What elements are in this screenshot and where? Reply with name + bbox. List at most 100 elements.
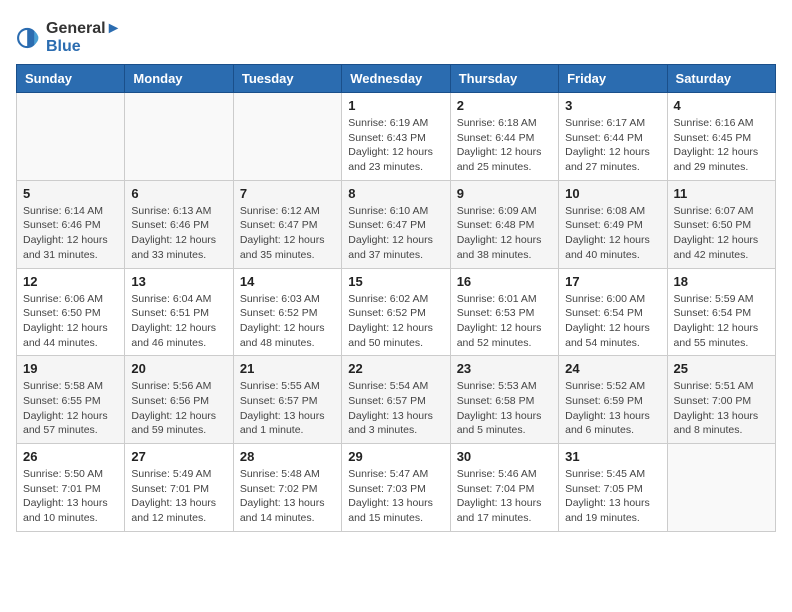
calendar-cell: 27 Sunrise: 5:49 AM Sunset: 7:01 PM Dayli… xyxy=(125,444,233,532)
day-number: 10 xyxy=(565,186,660,201)
day-number: 20 xyxy=(131,361,226,376)
weekday-header-wednesday: Wednesday xyxy=(342,65,450,93)
day-info: Sunrise: 6:13 AM Sunset: 6:46 PM Dayligh… xyxy=(131,204,226,263)
calendar-cell xyxy=(125,93,233,181)
calendar-cell: 24 Sunrise: 5:52 AM Sunset: 6:59 PM Dayli… xyxy=(559,356,667,444)
day-info: Sunrise: 5:50 AM Sunset: 7:01 PM Dayligh… xyxy=(23,467,118,526)
calendar-cell xyxy=(233,93,341,181)
calendar-cell: 9 Sunrise: 6:09 AM Sunset: 6:48 PM Daylig… xyxy=(450,180,558,268)
calendar-table: SundayMondayTuesdayWednesdayThursdayFrid… xyxy=(16,64,776,532)
day-number: 9 xyxy=(457,186,552,201)
calendar-cell: 12Sunrise: 6:06 AM Sunset: 6:50 PM Dayli… xyxy=(17,268,125,356)
day-number: 15 xyxy=(348,274,443,289)
weekday-header-friday: Friday xyxy=(559,65,667,93)
calendar-cell: 23Sunrise: 5:53 AM Sunset: 6:58 PM Dayli… xyxy=(450,356,558,444)
day-number: 16 xyxy=(457,274,552,289)
day-number: 21 xyxy=(240,361,335,376)
day-number: 26 xyxy=(23,449,118,464)
calendar-cell: 3 Sunrise: 6:17 AM Sunset: 6:44 PM Daylig… xyxy=(559,93,667,181)
calendar-cell: 22 Sunrise: 5:54 AM Sunset: 6:57 PM Dayli… xyxy=(342,356,450,444)
calendar-cell: 11 Sunrise: 6:07 AM Sunset: 6:50 PM Dayli… xyxy=(667,180,775,268)
calendar-week-row: 26 Sunrise: 5:50 AM Sunset: 7:01 PM Dayli… xyxy=(17,444,776,532)
calendar-cell: 7 Sunrise: 6:12 AM Sunset: 6:47 PM Daylig… xyxy=(233,180,341,268)
calendar-cell: 28Sunrise: 5:48 AM Sunset: 7:02 PM Dayli… xyxy=(233,444,341,532)
calendar-cell: 10 Sunrise: 6:08 AM Sunset: 6:49 PM Dayli… xyxy=(559,180,667,268)
calendar-week-row: 5Sunrise: 6:14 AM Sunset: 6:46 PM Daylig… xyxy=(17,180,776,268)
calendar-cell: 25 Sunrise: 5:51 AM Sunset: 7:00 PM Dayli… xyxy=(667,356,775,444)
calendar-cell: 16Sunrise: 6:01 AM Sunset: 6:53 PM Dayli… xyxy=(450,268,558,356)
page-header: General► Blue xyxy=(16,16,776,56)
calendar-week-row: 1 Sunrise: 6:19 AM Sunset: 6:43 PM Daylig… xyxy=(17,93,776,181)
day-number: 29 xyxy=(348,449,443,464)
day-info: Sunrise: 5:59 AM Sunset: 6:54 PM Dayligh… xyxy=(674,292,769,351)
calendar-cell: 5Sunrise: 6:14 AM Sunset: 6:46 PM Daylig… xyxy=(17,180,125,268)
day-number: 18 xyxy=(674,274,769,289)
day-info: Sunrise: 6:18 AM Sunset: 6:44 PM Dayligh… xyxy=(457,116,552,175)
day-info: Sunrise: 6:12 AM Sunset: 6:47 PM Dayligh… xyxy=(240,204,335,263)
day-info: Sunrise: 5:52 AM Sunset: 6:59 PM Dayligh… xyxy=(565,379,660,438)
day-info: Sunrise: 6:17 AM Sunset: 6:44 PM Dayligh… xyxy=(565,116,660,175)
calendar-cell: 30Sunrise: 5:46 AM Sunset: 7:04 PM Dayli… xyxy=(450,444,558,532)
day-info: Sunrise: 5:45 AM Sunset: 7:05 PM Dayligh… xyxy=(565,467,660,526)
day-info: Sunrise: 6:03 AM Sunset: 6:52 PM Dayligh… xyxy=(240,292,335,351)
day-info: Sunrise: 5:55 AM Sunset: 6:57 PM Dayligh… xyxy=(240,379,335,438)
day-info: Sunrise: 5:49 AM Sunset: 7:01 PM Dayligh… xyxy=(131,467,226,526)
day-number: 24 xyxy=(565,361,660,376)
day-number: 4 xyxy=(674,98,769,113)
day-number: 7 xyxy=(240,186,335,201)
calendar-cell: 31 Sunrise: 5:45 AM Sunset: 7:05 PM Dayli… xyxy=(559,444,667,532)
day-number: 14 xyxy=(240,274,335,289)
day-number: 1 xyxy=(348,98,443,113)
day-number: 8 xyxy=(348,186,443,201)
day-number: 2 xyxy=(457,98,552,113)
day-number: 11 xyxy=(674,186,769,201)
day-info: Sunrise: 5:48 AM Sunset: 7:02 PM Dayligh… xyxy=(240,467,335,526)
day-info: Sunrise: 5:51 AM Sunset: 7:00 PM Dayligh… xyxy=(674,379,769,438)
calendar-cell: 4Sunrise: 6:16 AM Sunset: 6:45 PM Daylig… xyxy=(667,93,775,181)
weekday-header-tuesday: Tuesday xyxy=(233,65,341,93)
day-info: Sunrise: 6:00 AM Sunset: 6:54 PM Dayligh… xyxy=(565,292,660,351)
calendar-cell: 17 Sunrise: 6:00 AM Sunset: 6:54 PM Dayli… xyxy=(559,268,667,356)
calendar-cell: 8 Sunrise: 6:10 AM Sunset: 6:47 PM Daylig… xyxy=(342,180,450,268)
day-number: 22 xyxy=(348,361,443,376)
day-info: Sunrise: 6:04 AM Sunset: 6:51 PM Dayligh… xyxy=(131,292,226,351)
logo: General► Blue xyxy=(16,20,121,56)
calendar-cell: 13Sunrise: 6:04 AM Sunset: 6:51 PM Dayli… xyxy=(125,268,233,356)
day-info: Sunrise: 5:58 AM Sunset: 6:55 PM Dayligh… xyxy=(23,379,118,438)
calendar-cell: 20 Sunrise: 5:56 AM Sunset: 6:56 PM Dayli… xyxy=(125,356,233,444)
day-number: 3 xyxy=(565,98,660,113)
day-info: Sunrise: 6:08 AM Sunset: 6:49 PM Dayligh… xyxy=(565,204,660,263)
day-number: 19 xyxy=(23,361,118,376)
calendar-week-row: 12Sunrise: 6:06 AM Sunset: 6:50 PM Dayli… xyxy=(17,268,776,356)
weekday-header-thursday: Thursday xyxy=(450,65,558,93)
day-number: 6 xyxy=(131,186,226,201)
weekday-header-saturday: Saturday xyxy=(667,65,775,93)
logo-text: General► Blue xyxy=(46,20,121,56)
day-number: 17 xyxy=(565,274,660,289)
weekday-header-monday: Monday xyxy=(125,65,233,93)
calendar-cell: 26 Sunrise: 5:50 AM Sunset: 7:01 PM Dayli… xyxy=(17,444,125,532)
day-info: Sunrise: 6:19 AM Sunset: 6:43 PM Dayligh… xyxy=(348,116,443,175)
day-info: Sunrise: 6:10 AM Sunset: 6:47 PM Dayligh… xyxy=(348,204,443,263)
day-number: 12 xyxy=(23,274,118,289)
calendar-cell: 18 Sunrise: 5:59 AM Sunset: 6:54 PM Dayli… xyxy=(667,268,775,356)
calendar-cell: 15 Sunrise: 6:02 AM Sunset: 6:52 PM Dayli… xyxy=(342,268,450,356)
day-info: Sunrise: 6:02 AM Sunset: 6:52 PM Dayligh… xyxy=(348,292,443,351)
day-number: 30 xyxy=(457,449,552,464)
day-info: Sunrise: 6:07 AM Sunset: 6:50 PM Dayligh… xyxy=(674,204,769,263)
day-number: 27 xyxy=(131,449,226,464)
day-info: Sunrise: 5:53 AM Sunset: 6:58 PM Dayligh… xyxy=(457,379,552,438)
calendar-week-row: 19 Sunrise: 5:58 AM Sunset: 6:55 PM Dayli… xyxy=(17,356,776,444)
calendar-cell xyxy=(17,93,125,181)
day-number: 25 xyxy=(674,361,769,376)
logo-icon xyxy=(16,24,44,52)
day-info: Sunrise: 5:56 AM Sunset: 6:56 PM Dayligh… xyxy=(131,379,226,438)
calendar-cell: 1 Sunrise: 6:19 AM Sunset: 6:43 PM Daylig… xyxy=(342,93,450,181)
day-info: Sunrise: 5:54 AM Sunset: 6:57 PM Dayligh… xyxy=(348,379,443,438)
day-number: 31 xyxy=(565,449,660,464)
day-info: Sunrise: 6:09 AM Sunset: 6:48 PM Dayligh… xyxy=(457,204,552,263)
day-info: Sunrise: 6:14 AM Sunset: 6:46 PM Dayligh… xyxy=(23,204,118,263)
weekday-header-sunday: Sunday xyxy=(17,65,125,93)
calendar-cell: 21 Sunrise: 5:55 AM Sunset: 6:57 PM Dayli… xyxy=(233,356,341,444)
calendar-cell xyxy=(667,444,775,532)
